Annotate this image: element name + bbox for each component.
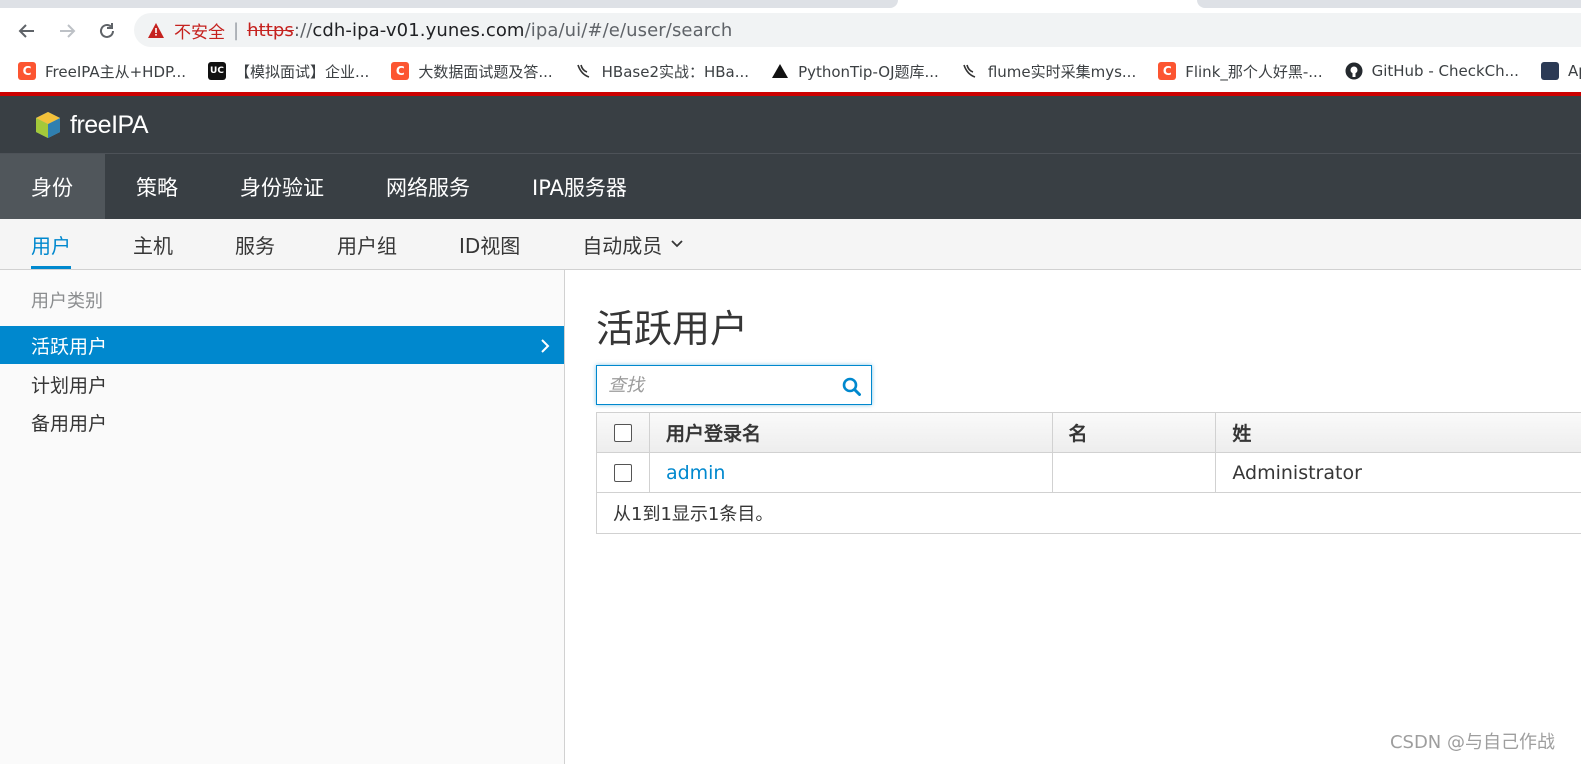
column-header-login[interactable]: 用户登录名 xyxy=(650,413,1053,452)
sidebar-item-active-users[interactable]: 活跃用户 xyxy=(0,326,564,364)
page-title: 活跃用户 xyxy=(596,307,749,351)
address-bar[interactable]: 不安全 | https://cdh-ipa-v01.yunes.com/ipa/… xyxy=(134,13,1581,47)
column-header-last-name[interactable]: 姓 xyxy=(1216,413,1581,452)
row-checkbox-cell xyxy=(597,453,650,492)
brand-name: freeIPA xyxy=(70,110,149,139)
bookmark-item[interactable]: PythonTip-OJ题库... xyxy=(771,61,939,82)
sidebar-item-staged-users[interactable]: 计划用户 xyxy=(0,365,564,403)
main-nav-policy[interactable]: 策略 xyxy=(105,154,209,219)
sidebar-item-label: 活跃用户 xyxy=(31,335,108,358)
main-nav-ipa-server[interactable]: IPA服务器 xyxy=(501,154,658,219)
triangle-icon xyxy=(771,62,789,80)
browser-toolbar: 不安全 | https://cdh-ipa-v01.yunes.com/ipa/… xyxy=(0,8,1581,52)
table-footer: 从1到1显示1条目。 xyxy=(613,504,774,525)
warning-icon[interactable] xyxy=(148,22,164,38)
url-text[interactable]: https://cdh-ipa-v01.yunes.com/ipa/ui/#/e… xyxy=(247,20,732,41)
bookmark-item[interactable]: Apa xyxy=(1540,62,1581,80)
first-name-cell xyxy=(1053,453,1217,492)
sidebar-item-preserved-users[interactable]: 备用用户 xyxy=(0,403,564,441)
arrow-right-icon xyxy=(60,24,76,38)
user-link[interactable]: admin xyxy=(666,462,726,484)
main-nav-identity[interactable]: 身份 xyxy=(0,154,105,219)
chevron-right-icon xyxy=(540,337,550,359)
row-checkbox[interactable] xyxy=(613,463,632,482)
reload-icon xyxy=(100,23,114,38)
select-all-checkbox[interactable] xyxy=(613,423,632,442)
main-nav-network-services[interactable]: 网络服务 xyxy=(355,154,501,219)
sub-nav-hosts[interactable]: 主机 xyxy=(133,219,173,269)
bookmark-item[interactable]: C FreeIPA主从+HDP... xyxy=(18,61,186,82)
main-nav: 身份 策略 身份验证 网络服务 IPA服务器 xyxy=(0,153,1581,219)
automember-label: 自动成员 xyxy=(582,233,663,258)
freeipa-cube-icon xyxy=(36,112,60,138)
github-icon xyxy=(1345,62,1363,80)
table-header-row: 用户登录名 名 姓 xyxy=(597,413,1581,453)
bookmark-item[interactable]: GitHub - CheckCh... xyxy=(1345,62,1519,80)
reload-button[interactable] xyxy=(94,18,120,44)
freeipa-logo[interactable]: freeIPA xyxy=(34,110,149,140)
sub-nav-user-groups[interactable]: 用户组 xyxy=(337,219,397,269)
csdn-icon: C xyxy=(391,62,410,80)
users-table: 用户登录名 名 姓 admin Administrator 从1到1显示1条目。 xyxy=(596,412,1581,534)
main-nav-authentication[interactable]: 身份验证 xyxy=(209,154,355,219)
bookmarks-bar: C FreeIPA主从+HDP... UC 【模拟面试】企业... C 大数据面试题及… xyxy=(0,52,1581,90)
avatar-icon xyxy=(1540,62,1559,80)
sidebar-item-label: 备用用户 xyxy=(31,412,108,435)
bookmark-item[interactable]: UC 【模拟面试】企业... xyxy=(208,61,369,82)
bird-icon xyxy=(575,62,593,80)
column-header-first-name[interactable]: 名 xyxy=(1053,413,1217,452)
bird-icon xyxy=(961,62,979,80)
header-checkbox-cell xyxy=(597,413,650,452)
main-content: 活跃用户 用户登录名 名 姓 admin Administrator 从1到1显… xyxy=(566,270,1581,764)
bookmark-item[interactable]: HBase2实战：HBa... xyxy=(575,61,749,82)
sub-nav-id-views[interactable]: ID视图 xyxy=(459,219,520,269)
bookmark-item[interactable]: flume实时采集mys... xyxy=(961,61,1136,82)
sidebar-item-label: 计划用户 xyxy=(31,374,108,397)
sidebar-heading: 用户类别 xyxy=(31,291,103,312)
browser-tab[interactable] xyxy=(0,0,898,8)
security-status[interactable]: 不安全 xyxy=(174,18,225,43)
search-box xyxy=(596,365,872,405)
browser-tab[interactable] xyxy=(1197,0,1581,8)
omnibox-divider: | xyxy=(233,19,240,41)
last-name-cell: Administrator xyxy=(1232,461,1362,484)
sub-nav-automember[interactable]: 自动成员 xyxy=(582,219,684,269)
login-cell: admin xyxy=(650,453,1053,492)
watermark: CSDN @与自己作战 xyxy=(1389,732,1555,753)
bookmark-item[interactable]: C Flink_那个人好黑-... xyxy=(1158,61,1323,82)
search-icon xyxy=(842,377,861,396)
sub-nav-users[interactable]: 用户 xyxy=(31,219,71,269)
browser-tabstrip xyxy=(0,0,1581,8)
sub-nav-services[interactable]: 服务 xyxy=(235,219,275,269)
app-header: freeIPA xyxy=(0,96,1581,153)
sidebar: 用户类别 活跃用户 计划用户 备用用户 xyxy=(0,270,565,764)
search-input[interactable] xyxy=(597,366,827,404)
site-icon: UC xyxy=(208,62,227,80)
table-row: admin Administrator xyxy=(597,453,1581,493)
csdn-icon: C xyxy=(1158,62,1177,80)
forward-button[interactable] xyxy=(54,18,80,44)
csdn-icon: C xyxy=(18,62,36,80)
chevron-down-icon xyxy=(670,239,684,249)
search-button[interactable] xyxy=(841,376,861,396)
back-button[interactable] xyxy=(14,18,40,44)
bookmark-item[interactable]: C 大数据面试题及答... xyxy=(391,61,553,82)
sub-nav: 用户 主机 服务 用户组 ID视图 自动成员 xyxy=(0,219,1581,270)
arrow-left-icon xyxy=(18,24,34,38)
